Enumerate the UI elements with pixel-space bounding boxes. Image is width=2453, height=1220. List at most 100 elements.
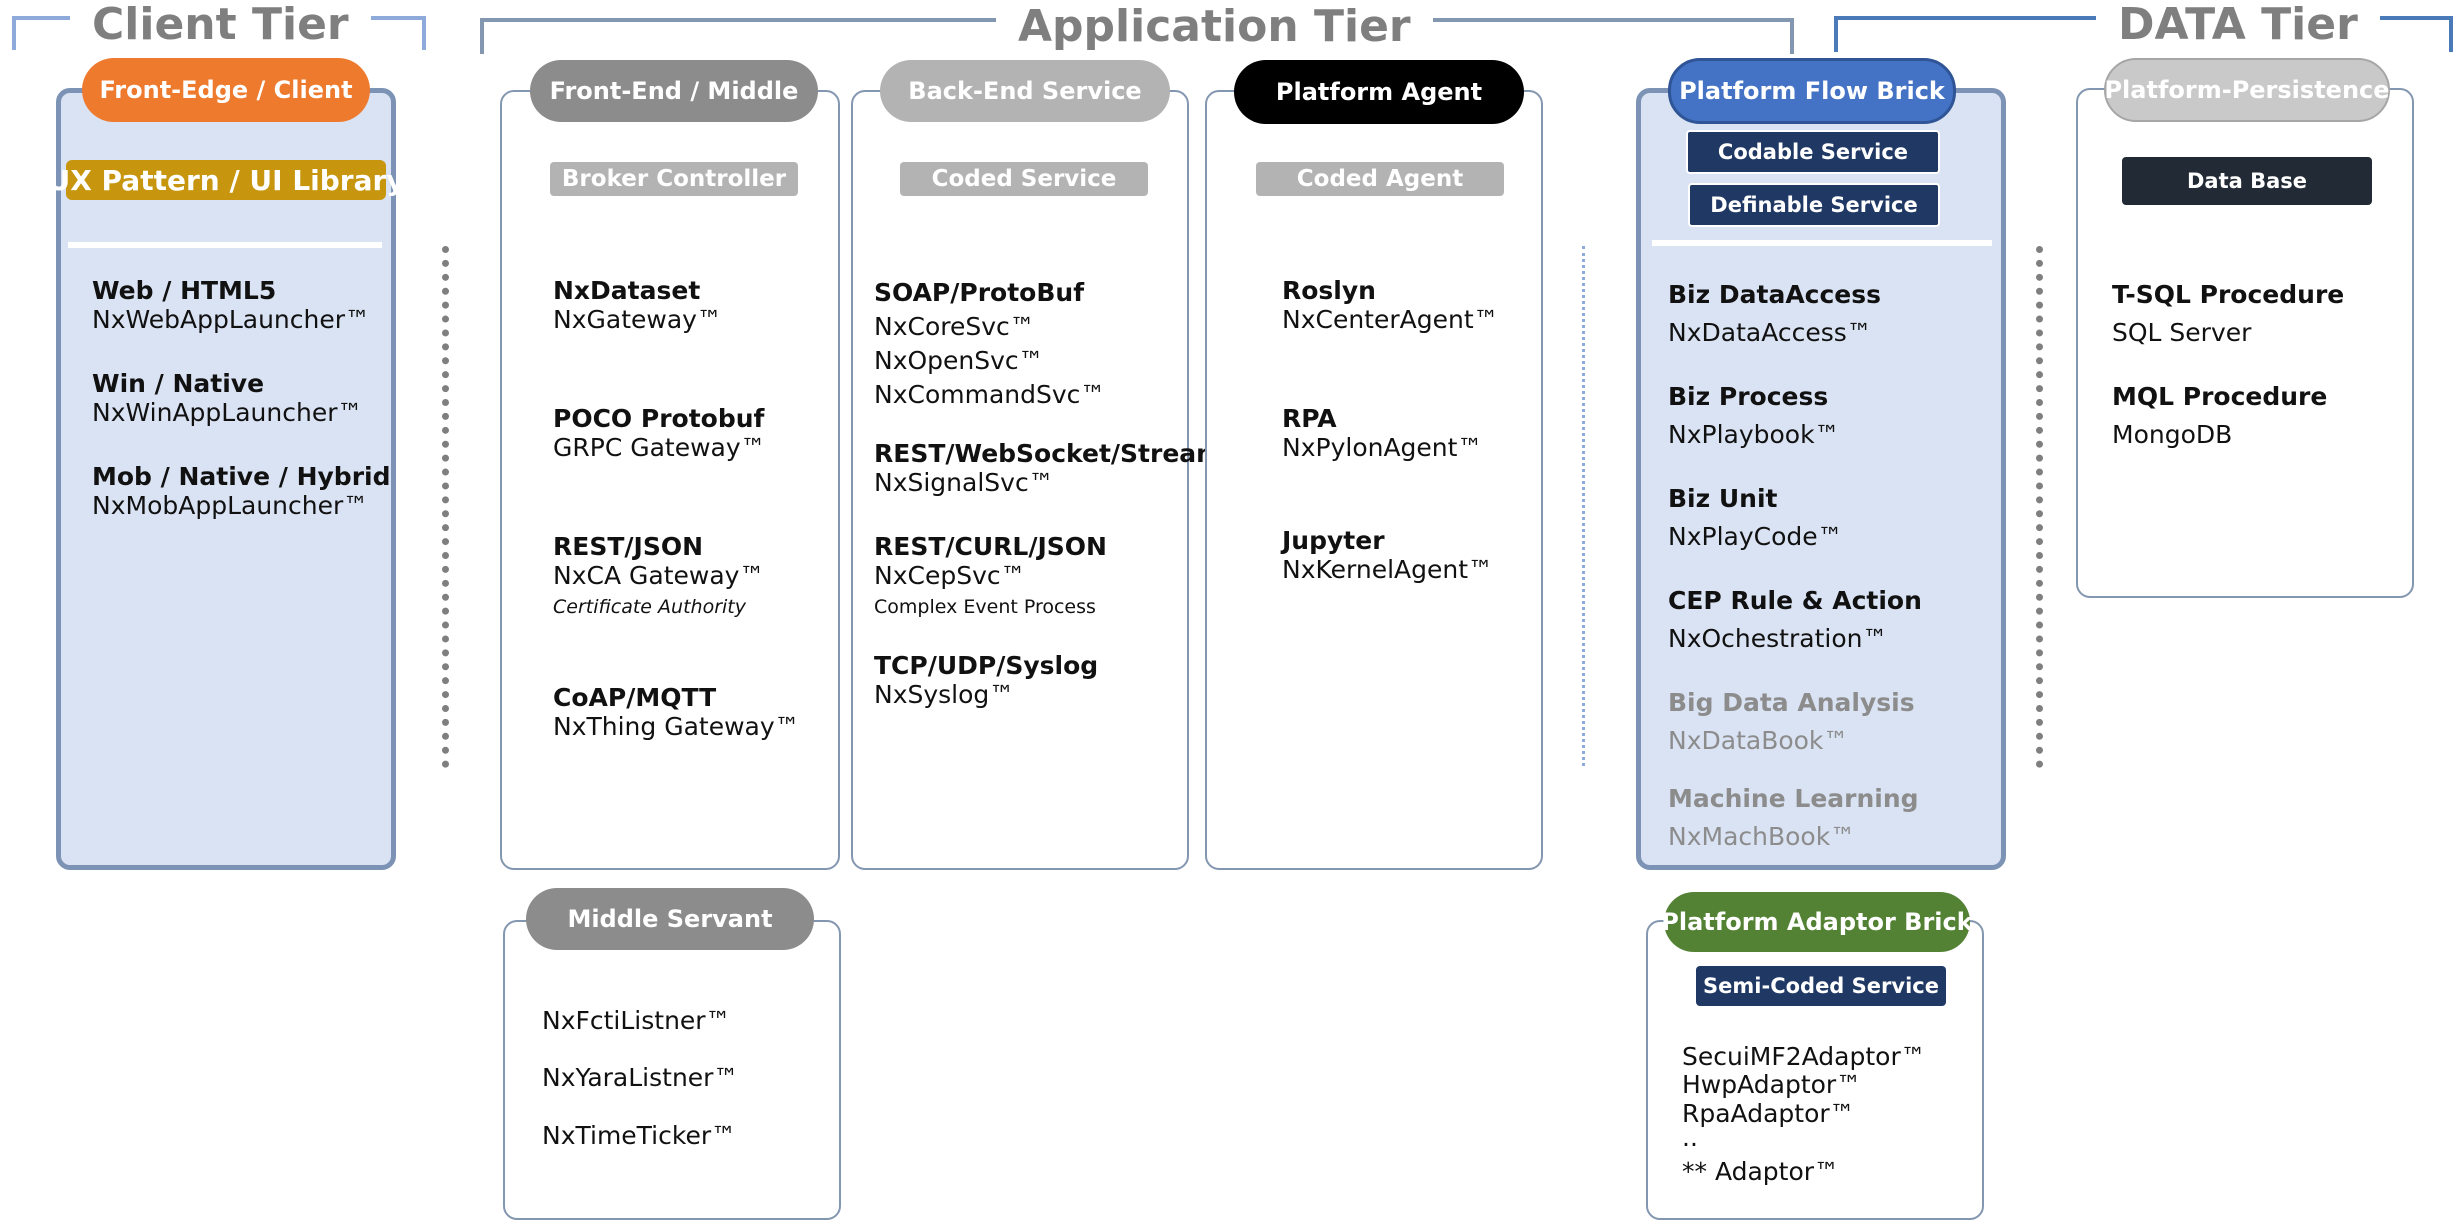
flow-item-machine-learning: Machine Learning NxMachBook™	[1668, 780, 1919, 856]
flow-item-value: NxMachBook™	[1668, 822, 1856, 851]
flow-brick-separator	[1582, 246, 1585, 766]
backend-item-value: NxCepSvc™	[874, 561, 1026, 590]
frontend-item-rest-json: REST/JSON NxCA Gateway™ Certificate Auth…	[553, 532, 764, 619]
middle-servant-item: NxFctiListner™	[542, 1006, 731, 1035]
frontend-item-nxdataset: NxDataset NxGateway™	[553, 276, 722, 334]
persistence-header: Platform-Persistence	[2104, 58, 2390, 122]
client-divider	[68, 242, 382, 248]
definable-service-tag: Definable Service	[1688, 183, 1940, 227]
agent-item-roslyn: Roslyn NxCenterAgent™	[1282, 276, 1499, 334]
agent-item-title: RPA	[1282, 404, 1337, 433]
flow-item-title: Biz Process	[1668, 382, 1829, 411]
frontend-item-title: NxDataset	[553, 276, 701, 305]
agent-header: Platform Agent	[1234, 60, 1524, 124]
backend-item-value: NxOpenSvc™	[874, 346, 1044, 375]
client-item-title: Web / HTML5	[92, 276, 277, 305]
backend-item-soap: SOAP/ProtoBuf NxCoreSvc™ NxOpenSvc™ NxCo…	[874, 276, 1105, 412]
agent-item-jupyter: Jupyter NxKernelAgent™	[1282, 526, 1493, 584]
client-tier-bracket-right-tick	[422, 16, 426, 50]
flow-item-title: Machine Learning	[1668, 784, 1919, 813]
backend-item-value: NxCommandSvc™	[874, 380, 1106, 409]
flow-item-value: NxOchestration™	[1668, 624, 1888, 653]
backend-item-note: Complex Event Process	[874, 596, 1096, 618]
frontend-item-poco: POCO Protobuf GRPC Gateway™	[553, 404, 766, 462]
frontend-item-value: GRPC Gateway™	[553, 433, 766, 462]
frontend-item-value: NxCA Gateway™	[553, 561, 765, 590]
tier-separator-left	[442, 246, 449, 768]
backend-item-value: NxSignalSvc™	[874, 468, 1054, 497]
backend-item-title: REST/CURL/JSON	[874, 532, 1107, 561]
data-tier-title: DATA Tier	[2096, 0, 2380, 50]
flow-item-cep-rule: CEP Rule & Action NxOchestration™	[1668, 582, 1922, 658]
client-item-value: NxWinAppLauncher™	[92, 398, 363, 427]
adaptor-item: RpaAdaptor™	[1682, 1099, 1855, 1128]
flow-item-biz-unit: Biz Unit NxPlayCode™	[1668, 480, 1843, 556]
agent-panel	[1205, 90, 1543, 870]
coded-agent-tag: Coded Agent	[1256, 162, 1504, 196]
frontend-item-title: CoAP/MQTT	[553, 683, 717, 712]
middle-servant-item: NxTimeTicker™	[542, 1121, 737, 1150]
client-tier-bracket-left-tick	[12, 16, 16, 50]
frontend-item-coap: CoAP/MQTT NxThing Gateway™	[553, 683, 800, 741]
flow-item-value: NxPlayCode™	[1668, 522, 1843, 551]
backend-item-rest-curl: REST/CURL/JSON NxCepSvc™ Complex Event P…	[874, 532, 1107, 619]
coded-service-tag: Coded Service	[900, 162, 1148, 196]
data-tier-bracket-left-tick	[1834, 16, 1838, 52]
flow-brick-header: Platform Flow Brick	[1668, 58, 1956, 124]
frontend-item-title: REST/JSON	[553, 532, 703, 561]
client-item-title: Win / Native	[92, 369, 265, 398]
data-tier-bracket-right-tick	[2449, 16, 2453, 52]
adaptor-brick-header: Platform Adaptor Brick	[1661, 892, 1973, 952]
codable-service-tag: Codable Service	[1686, 130, 1940, 174]
adaptor-item: HwpAdaptor™	[1682, 1070, 1862, 1099]
client-item-title: Mob / Native / Hybrid	[92, 462, 391, 491]
backend-item-value: NxCoreSvc™	[874, 312, 1035, 341]
client-tier-bracket-left	[12, 16, 72, 20]
ux-pattern-tag: UX Pattern / UI Library	[47, 160, 405, 200]
tier-separator-right	[2036, 246, 2043, 768]
application-tier-bracket-left-tick	[480, 18, 484, 54]
flow-item-value: NxDataAccess™	[1668, 318, 1872, 347]
agent-item-rpa: RPA NxPylonAgent™	[1282, 404, 1482, 462]
persistence-item-tsql: T-SQL Procedure SQL Server	[2112, 276, 2344, 352]
client-item-value: NxMobAppLauncher™	[92, 491, 369, 520]
frontend-header: Front-End / Middle	[530, 60, 818, 122]
flow-brick-divider	[1652, 240, 1992, 246]
agent-item-title: Jupyter	[1282, 526, 1385, 555]
flow-item-value: NxPlaybook™	[1668, 420, 1840, 449]
adaptor-item: ** Adaptor™	[1682, 1157, 1840, 1186]
persistence-item-title: MQL Procedure	[2112, 382, 2328, 411]
flow-item-biz-process: Biz Process NxPlaybook™	[1668, 378, 1840, 454]
middle-servant-header: Middle Servant	[526, 888, 814, 950]
flow-item-biz-dataaccess: Biz DataAccess NxDataAccess™	[1668, 276, 1881, 352]
client-item-web: Web / HTML5 NxWebAppLauncher™	[92, 276, 370, 334]
backend-item-value: NxSyslog™	[874, 680, 1015, 709]
flow-item-title: Biz DataAccess	[1668, 280, 1882, 309]
data-tier-bracket-left	[1834, 16, 2124, 20]
flow-item-title: Biz Unit	[1668, 484, 1778, 513]
backend-item-title: TCP/UDP/Syslog	[874, 651, 1099, 680]
client-item-win: Win / Native NxWinAppLauncher™	[92, 369, 362, 427]
client-item-value: NxWebAppLauncher™	[92, 305, 371, 334]
flow-item-big-data: Big Data Analysis NxDataBook™	[1668, 684, 1915, 760]
backend-item-tcp: TCP/UDP/Syslog NxSyslog™	[874, 651, 1098, 709]
flow-item-title: CEP Rule & Action	[1668, 586, 1922, 615]
backend-item-title: SOAP/ProtoBuf	[874, 278, 1085, 307]
adaptor-item: SecuiMF2Adaptor™	[1682, 1042, 1926, 1071]
semi-coded-service-tag: Semi-Coded Service	[1696, 966, 1946, 1006]
persistence-item-value: SQL Server	[2112, 318, 2252, 347]
frontend-item-title: POCO Protobuf	[553, 404, 765, 433]
middle-servant-item: NxYaraListner™	[542, 1063, 739, 1092]
flow-item-value: NxDataBook™	[1668, 726, 1849, 755]
frontend-item-value: NxGateway™	[553, 305, 722, 334]
client-tier-title: Client Tier	[70, 0, 371, 50]
persistence-item-value: MongoDB	[2112, 420, 2233, 449]
agent-item-value: NxKernelAgent™	[1282, 555, 1494, 584]
frontend-panel	[500, 90, 840, 870]
frontend-item-value: NxThing Gateway™	[553, 712, 800, 741]
backend-item-rest-websocket: REST/WebSocket/Stream NxSignalSvc™	[874, 439, 1222, 497]
agent-item-value: NxPylonAgent™	[1282, 433, 1483, 462]
application-tier-title: Application Tier	[996, 2, 1433, 52]
application-tier-bracket-right-tick	[1790, 18, 1794, 54]
backend-header: Back-End Service	[880, 60, 1170, 122]
